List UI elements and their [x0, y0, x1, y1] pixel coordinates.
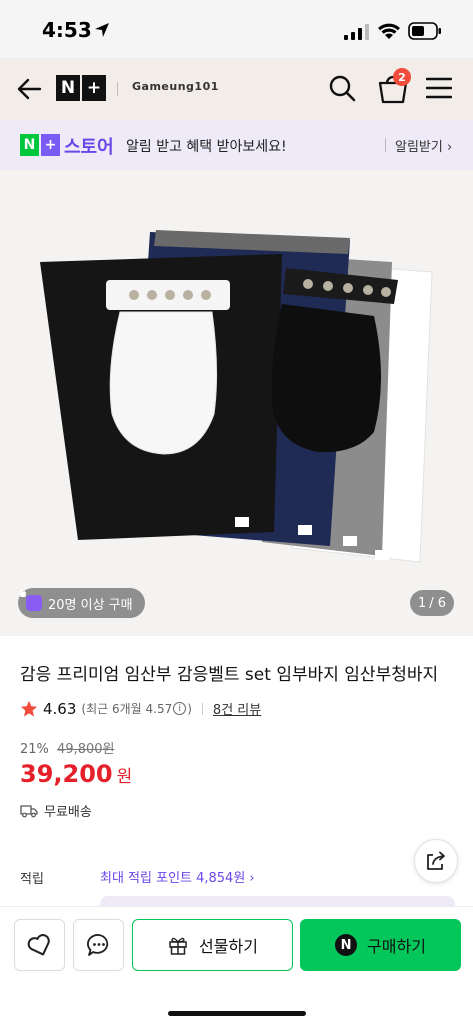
signal-icon — [344, 24, 369, 40]
app-header: N + Gameung101 2 — [0, 58, 473, 120]
wishlist-button[interactable] — [14, 919, 65, 971]
recent-rating-suffix: ) — [187, 701, 192, 716]
banner-logo-plus: + — [41, 134, 60, 156]
battery-icon — [408, 22, 441, 40]
image-counter-current: 1 — [417, 595, 427, 611]
banner-logo-n: N — [20, 134, 39, 156]
buy-button-label: 구매하기 — [367, 937, 426, 956]
buyers-badge: 20명 이상 구매 — [18, 588, 145, 618]
naver-plus-logo[interactable]: N + — [56, 75, 106, 101]
talk-icon — [86, 934, 108, 956]
store-name[interactable]: Gameung101 — [132, 80, 219, 93]
search-icon[interactable] — [327, 73, 357, 103]
notification-banner[interactable]: N + 스토어 알림 받고 혜택 받아보세요! 알림받기 › — [0, 120, 473, 170]
buyers-count-text: 20명 이상 구매 — [48, 597, 133, 613]
delivery-info: 무료배송 — [20, 801, 92, 820]
truck-icon — [20, 804, 38, 817]
banner-divider — [385, 138, 386, 152]
product-photo — [0, 170, 473, 636]
product-image-gallery[interactable]: 20명 이상 구매 1 / 6 — [0, 170, 473, 636]
recent-rating-prefix: (최근 6개월 4.57 — [81, 702, 173, 716]
points-link[interactable]: 최대 적립 포인트 4,854원 › — [100, 867, 255, 886]
talk-button[interactable] — [73, 919, 124, 971]
menu-icon[interactable] — [426, 76, 452, 100]
shopping-bag-icon — [20, 590, 42, 611]
discount-rate: 21% — [20, 742, 49, 757]
image-counter-total: / 6 — [429, 595, 447, 611]
status-bar: 4:53 — [0, 0, 473, 58]
back-arrow-icon[interactable] — [14, 74, 44, 104]
location-arrow-icon — [95, 23, 109, 37]
rating-row: 4.63 (최근 6개월 4.57 i ) 8건 리뷰 — [20, 699, 261, 718]
star-icon — [20, 700, 38, 717]
image-counter: 1 / 6 — [410, 590, 454, 616]
share-icon — [427, 851, 445, 870]
original-price: 49,800원 — [57, 742, 115, 757]
delivery-text: 무료배송 — [44, 805, 92, 820]
home-indicator — [168, 1011, 306, 1016]
status-time: 4:53 — [42, 18, 92, 42]
info-icon[interactable]: i — [173, 702, 187, 715]
logo-plus: + — [82, 75, 106, 101]
rating-divider — [201, 702, 203, 715]
rating-score: 4.63 — [43, 699, 77, 718]
bottom-action-bar: 선물하기 N 구매하기 — [0, 906, 473, 1024]
banner-store-label: 스토어 — [64, 137, 114, 158]
wishlist-icon — [27, 934, 50, 956]
gift-icon — [169, 937, 187, 955]
cart-count-badge: 2 — [393, 68, 411, 86]
notify-me-link[interactable]: 알림받기 › — [395, 136, 452, 155]
sale-price: 39,200 원 — [20, 760, 132, 788]
points-label: 적립 — [20, 872, 44, 887]
banner-message: 알림 받고 혜택 받아보세요! — [126, 139, 287, 155]
gift-button[interactable]: 선물하기 — [132, 919, 293, 971]
logo-n: N — [56, 75, 80, 101]
discount-row: 21% 49,800원 — [20, 738, 115, 757]
banner-nplus-logo: N + — [20, 134, 60, 156]
header-divider — [117, 82, 118, 96]
buy-button[interactable]: N 구매하기 — [300, 919, 461, 971]
product-title: 감응 프리미엄 임산부 감응벨트 set 임부바지 임산부청바지 — [20, 665, 439, 685]
wifi-icon — [378, 23, 400, 39]
gift-button-label: 선물하기 — [199, 937, 258, 956]
share-button[interactable] — [414, 839, 458, 883]
npay-icon: N — [335, 934, 358, 956]
review-count-link[interactable]: 8건 리뷰 — [213, 699, 261, 718]
sale-price-amount: 39,200 — [20, 760, 113, 788]
sale-price-currency: 원 — [116, 767, 133, 787]
